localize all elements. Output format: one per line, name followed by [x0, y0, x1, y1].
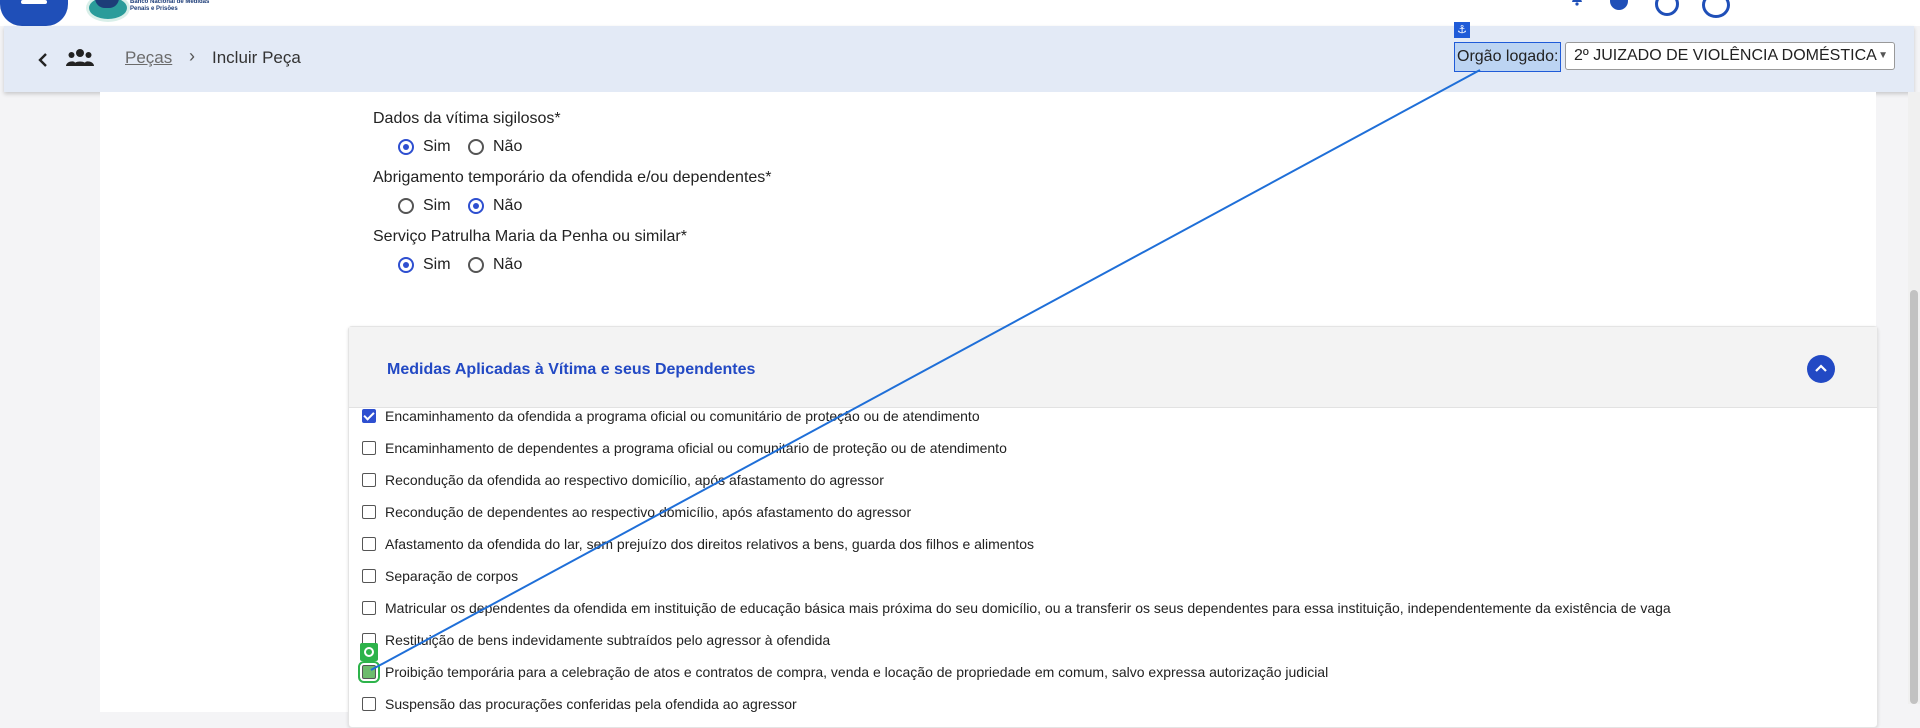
- radio-label: Não: [493, 256, 523, 273]
- medida-item-9[interactable]: Proibição temporária para a celebração d…: [358, 661, 1329, 683]
- checkbox[interactable]: [362, 601, 376, 615]
- bell-icon[interactable]: [1570, 0, 1584, 6]
- medida-label: Proibição temporária para a celebração d…: [385, 664, 1329, 680]
- menu-button[interactable]: [0, 0, 68, 26]
- orgao-selected-value: 2º JUIZADO DE VIOLÊNCIA DOMÉSTICA: [1574, 47, 1877, 64]
- caret-down-icon: ▼: [1878, 50, 1888, 61]
- checkbox[interactable]: [362, 537, 376, 551]
- radio-button[interactable]: [398, 139, 414, 155]
- medida-item-10[interactable]: Suspensão das procurações conferidas pel…: [362, 694, 797, 714]
- medida-item-5[interactable]: Afastamento da ofendida do lar, sem prej…: [362, 534, 1034, 554]
- medida-label: Matricular os dependentes da ofendida em…: [385, 600, 1671, 616]
- question-label-abrigamento: Abrigamento tempоrário da ofendida e/ou …: [373, 169, 772, 186]
- question-label-sigilosos: Dados da vítima sigilosos*: [373, 110, 561, 127]
- medidas-section-title: Medidas Aplicadas à Vítima e seus Depend…: [387, 361, 756, 378]
- security-check-icon[interactable]: [1702, 0, 1730, 18]
- radio-sim-abrigamento[interactable]: Sim: [398, 197, 451, 215]
- checkbox[interactable]: [362, 505, 376, 519]
- breadcrumb-separator: ›: [189, 46, 195, 66]
- scrollbar-thumb[interactable]: [1910, 290, 1918, 704]
- radio-label: Não: [493, 197, 523, 214]
- radio-sim-sigilosos[interactable]: Sim: [398, 138, 451, 156]
- medida-label: Separação de corpos: [385, 568, 519, 584]
- medida-label: Encaminhamento da ofendida a programa of…: [385, 408, 980, 424]
- medida-label: Restituição de bens indevidamente subtra…: [385, 632, 831, 648]
- radio-button[interactable]: [468, 257, 484, 273]
- collapse-button[interactable]: [1807, 355, 1835, 383]
- target-marker-icon: [360, 643, 378, 661]
- medida-item-8[interactable]: Restituição de bens indevidamente subtra…: [362, 630, 830, 650]
- checkbox[interactable]: [362, 569, 376, 583]
- radio-label: Sim: [423, 256, 451, 273]
- chevron-left-icon[interactable]: [34, 50, 54, 70]
- orgao-label: Orgão logado:: [1454, 42, 1562, 72]
- medida-item-4[interactable]: Recondução de dependentes ao respectivo …: [362, 502, 911, 522]
- logo-text: Banco Nacional de Medidas Penais e Prisõ…: [130, 0, 210, 12]
- chevron-up-icon: [1815, 364, 1827, 372]
- medidas-section-header[interactable]: Medidas Aplicadas à Vítima e seus Depend…: [349, 327, 1877, 408]
- medida-label: Afastamento da ofendida do lar, sem prej…: [385, 536, 1035, 552]
- medida-item-2[interactable]: Encaminhamento de dependentes a programa…: [362, 438, 1007, 458]
- checkbox[interactable]: [362, 441, 376, 455]
- medida-item-7[interactable]: Matricular os dependentes da ofendida em…: [362, 598, 1671, 618]
- breadcrumb-link-pecas[interactable]: Peças: [125, 48, 172, 68]
- medida-item-3[interactable]: Recondução da ofendida ao respectivo dom…: [362, 470, 884, 490]
- breadcrumb-current: Incluir Peça: [212, 48, 301, 67]
- orgao-select[interactable]: 2º JUIZADO DE VIOLÊNCIA DOMÉSTICA ▼: [1565, 42, 1895, 70]
- radio-button[interactable]: [398, 257, 414, 273]
- hamburger-icon: [21, 0, 47, 4]
- radio-label: Sim: [423, 138, 451, 155]
- radio-nao-patrulha[interactable]: Não: [468, 256, 522, 274]
- radio-button[interactable]: [468, 139, 484, 155]
- checkbox[interactable]: [362, 473, 376, 487]
- people-icon: [66, 49, 94, 66]
- checkbox[interactable]: [362, 409, 376, 423]
- app-logo[interactable]: Banco Nacional de Medidas Penais e Prisõ…: [86, 0, 209, 22]
- checkbox[interactable]: [358, 661, 380, 683]
- medida-label: Encaminhamento de dependentes a programa…: [385, 440, 1007, 456]
- radio-nao-sigilosos[interactable]: Não: [468, 138, 522, 156]
- user-icon[interactable]: [1655, 0, 1679, 16]
- medida-label: Suspensão das procurações conferidas pel…: [385, 696, 797, 712]
- question-label-patrulha: Serviço Patrulha Maria da Penha ou simil…: [373, 228, 687, 245]
- radio-nao-abrigamento[interactable]: Não: [468, 197, 522, 215]
- help-icon[interactable]: [1610, 0, 1628, 10]
- radio-label: Não: [493, 138, 523, 155]
- medida-item-6[interactable]: Separação de corpos: [362, 566, 518, 586]
- medida-label: Recondução de dependentes ao respectivo …: [385, 504, 912, 520]
- radio-button[interactable]: [398, 198, 414, 214]
- checkbox[interactable]: [362, 697, 376, 711]
- radio-label: Sim: [423, 197, 451, 214]
- radio-button[interactable]: [468, 198, 484, 214]
- medida-item-1[interactable]: Encaminhamento da ofendida a programa of…: [362, 406, 980, 426]
- medida-label: Recondução da ofendida ao respectivo dom…: [385, 472, 884, 488]
- radio-sim-patrulha[interactable]: Sim: [398, 256, 451, 274]
- top-header: Banco Nacional de Medidas Penais e Prisõ…: [0, 0, 1920, 26]
- anchor-icon: ⚓: [1454, 22, 1470, 38]
